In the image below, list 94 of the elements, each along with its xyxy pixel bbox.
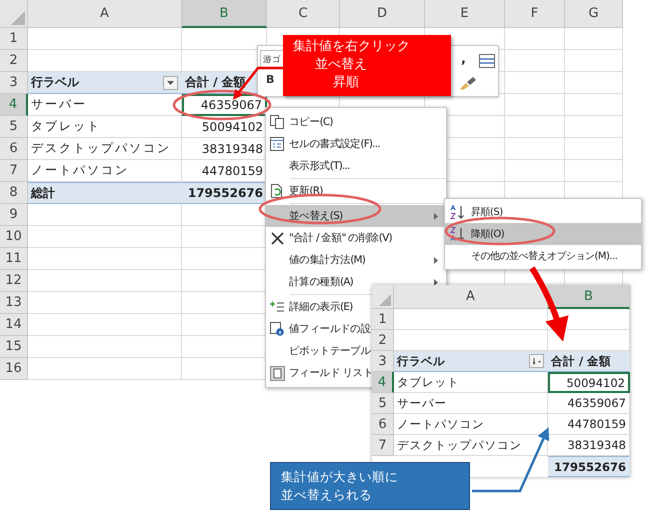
table-cell [565, 94, 623, 116]
row-header[interactable]: 14 [0, 314, 28, 336]
brush-icon[interactable] [459, 76, 477, 90]
filter-dropdown-button[interactable] [163, 76, 178, 90]
column-header[interactable]: A [394, 285, 548, 309]
value-header: 合計 / 金額 [548, 351, 630, 372]
copy-icon [270, 115, 284, 129]
row-header[interactable]: 6 [372, 414, 394, 435]
row-labels-header: 行ラベル [31, 74, 79, 91]
menu-item[interactable]: "合計 / 金額" の削除(V) [266, 227, 446, 249]
table-cell: サーバー [394, 393, 548, 414]
row-header[interactable]: 7 [372, 435, 394, 456]
callout-text: 集計値を右クリック [293, 38, 411, 56]
menu-item[interactable]: セルの書式設定(F)... [266, 133, 446, 155]
column-header[interactable]: E [425, 0, 505, 28]
table-cell [565, 28, 623, 50]
row-header[interactable]: 7 [0, 160, 28, 182]
table-cell [565, 138, 623, 160]
submenu-arrow-icon [434, 278, 438, 286]
row-header[interactable]: 12 [0, 270, 28, 292]
refresh-icon [270, 184, 284, 198]
field-settings-icon [270, 322, 284, 336]
column-header[interactable]: C [267, 0, 340, 28]
table-cell [565, 50, 623, 72]
row-header[interactable]: 3 [0, 72, 28, 94]
corner-triangle-icon [379, 294, 391, 306]
table-cell [505, 94, 565, 116]
row-header[interactable]: 5 [0, 116, 28, 138]
column-header[interactable]: F [505, 0, 565, 28]
menu-item[interactable]: コピー(C) [266, 111, 446, 133]
row-header[interactable]: 15 [0, 336, 28, 358]
row-labels-header: 行ラベル [397, 354, 445, 368]
row-header[interactable]: 6 [0, 138, 28, 160]
plus-list-icon [270, 301, 284, 313]
column-header[interactable]: B [548, 285, 630, 309]
table-cell [565, 116, 623, 138]
row-header[interactable]: 3 [372, 351, 394, 372]
sort-descending-icon [450, 227, 466, 241]
callout-text: 並べ替え [314, 56, 368, 74]
row-header[interactable]: 5 [372, 393, 394, 414]
field-list-icon [270, 366, 284, 380]
submenu-arrow-icon [434, 212, 438, 220]
callout-text: 昇順 [332, 74, 360, 92]
corner-triangle-icon [11, 11, 25, 25]
column-header[interactable]: A [28, 0, 182, 28]
table-cell: タブレット [394, 372, 548, 393]
table-cell: 46359067 [548, 393, 630, 414]
menu-item[interactable]: 値の集計方法(M) [266, 249, 446, 271]
row-header[interactable]: 2 [0, 50, 28, 72]
row-header[interactable]: 1 [0, 28, 28, 50]
table-cell: 44780159 [548, 414, 630, 435]
menu-item[interactable]: 降順(O) [445, 223, 641, 245]
row-header[interactable]: 4 [0, 94, 28, 116]
table-cell: 50094102 [548, 372, 630, 393]
format-cells-icon [270, 137, 284, 151]
table-icon[interactable] [479, 54, 495, 68]
sort-filter-button[interactable] [529, 354, 544, 368]
menu-item[interactable]: 昇順(S) [445, 201, 641, 223]
row-header[interactable]: 2 [372, 330, 394, 351]
bold-button[interactable]: B [264, 73, 276, 86]
menu-item[interactable]: 並べ替え(S) [266, 205, 446, 227]
table-cell: サーバー [28, 94, 182, 116]
row-header[interactable]: 11 [0, 248, 28, 270]
caret-icon [167, 80, 174, 84]
table-cell: ノートパソコン [394, 414, 548, 435]
row-header[interactable]: 1 [372, 309, 394, 330]
callout-text: 並べ替えられる [281, 486, 373, 504]
menu-item[interactable]: 表示形式(T)... [266, 155, 446, 177]
row-header[interactable]: 4 [372, 372, 394, 393]
total-value: 179552676 [548, 456, 630, 477]
sort-icon [532, 358, 540, 364]
close-icon [270, 232, 284, 244]
column-header[interactable]: D [340, 0, 425, 28]
pointer-arrow [232, 66, 283, 100]
menu-item[interactable]: その他の並べ替えオプション(M)... [445, 245, 641, 267]
table-cell: タブレット [28, 116, 182, 138]
row-header[interactable]: 10 [0, 226, 28, 248]
sort-ascending-icon [450, 205, 466, 219]
total-value: 179552676 [182, 182, 267, 204]
table-cell: デスクトップパソコン [394, 435, 548, 456]
comma-style-button[interactable]: , [459, 52, 468, 67]
table-cell: デスクトップパソコン [28, 138, 182, 160]
table-cell [505, 116, 565, 138]
row-header[interactable]: 13 [0, 292, 28, 314]
table-cell [505, 138, 565, 160]
submenu-arrow-icon [434, 256, 438, 264]
column-header[interactable]: B [182, 0, 267, 28]
callout-text: 集計値が大きい順に [281, 468, 399, 486]
row-header[interactable]: 9 [0, 204, 28, 226]
total-label: 総計 [28, 182, 182, 204]
row-header[interactable]: 8 [0, 182, 28, 204]
table-cell [565, 72, 623, 94]
column-header[interactable]: G [565, 0, 623, 28]
row-header[interactable]: 16 [0, 358, 28, 380]
